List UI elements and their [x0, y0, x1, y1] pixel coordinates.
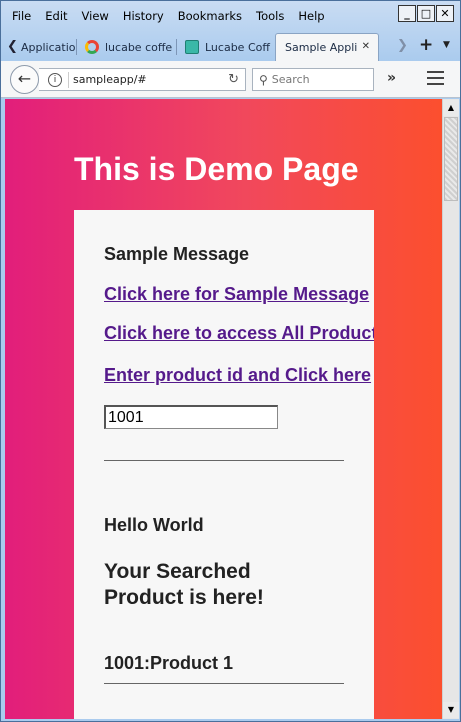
menu-view[interactable]: View — [75, 9, 116, 23]
url-bar[interactable]: i sampleapp/# ↻ — [39, 68, 246, 91]
menu-tools[interactable]: Tools — [249, 9, 291, 23]
tab-scroll-left-button[interactable]: ❮ — [7, 39, 18, 54]
search-bar[interactable]: ⚲ Search — [252, 68, 374, 91]
searched-product-heading: Your Searched Product is here! — [104, 560, 264, 609]
divider — [104, 683, 344, 684]
menu-help[interactable]: Help — [291, 9, 331, 23]
close-window-button[interactable]: ✕ — [436, 5, 454, 22]
tab-strip: ❮ Applicatio lucabe coffe Lucabe Coff Sa… — [1, 31, 460, 61]
window-controls: _ □ ✕ — [398, 5, 454, 22]
all-products-link[interactable]: Click here to access All Products — [104, 323, 374, 344]
tab-scroll-right-button[interactable]: ❯ — [397, 38, 408, 53]
divider — [104, 460, 344, 461]
browser-window: File Edit View History Bookmarks Tools H… — [0, 0, 461, 722]
teal-page-icon — [185, 40, 199, 54]
tab-sample-application[interactable]: Sample Applic ✕ — [275, 33, 379, 61]
minimize-button[interactable]: _ — [398, 5, 416, 22]
product-id-input[interactable] — [104, 405, 278, 429]
tab-label: lucabe coffe — [105, 40, 173, 54]
product-result-text: 1001:Product 1 — [104, 653, 234, 673]
restore-button[interactable]: □ — [417, 5, 435, 22]
search-product-link[interactable]: Enter product id and Click here — [104, 365, 371, 386]
sample-message-link[interactable]: Click here for Sample Message — [104, 284, 369, 305]
google-icon — [85, 40, 99, 54]
menu-edit[interactable]: Edit — [38, 9, 74, 23]
tab-list-dropdown-icon[interactable]: ▼ — [443, 40, 450, 50]
navigation-bar: ← i sampleapp/# ↻ ⚲ Search » — [1, 61, 460, 98]
search-placeholder: Search — [271, 73, 310, 86]
scrollbar-thumb[interactable] — [444, 117, 458, 201]
vertical-scrollbar[interactable]: ▲ ▼ — [442, 99, 459, 719]
page-title: This is Demo Page — [74, 151, 359, 187]
tab-close-icon[interactable]: ✕ — [362, 41, 370, 52]
url-text[interactable]: sampleapp/# — [73, 73, 147, 86]
menu-bar: File Edit View History Bookmarks Tools H… — [5, 5, 405, 27]
menu-history[interactable]: History — [116, 9, 171, 23]
tab-label: Applicatio — [21, 40, 76, 54]
tab-label: Sample Applic — [285, 41, 357, 54]
search-icon: ⚲ — [259, 72, 268, 87]
content-card: Sample Message Click here for Sample Mes… — [74, 210, 374, 719]
tab-lucabe-coffee[interactable]: Lucabe Coff — [185, 33, 273, 61]
scroll-down-icon[interactable]: ▼ — [443, 702, 459, 718]
tab-label: Lucabe Coff — [205, 40, 270, 54]
page-viewport: This is Demo Page Sample Message Click h… — [5, 99, 442, 719]
sample-message-heading: Sample Message — [104, 244, 250, 264]
hello-world-text: Hello World — [104, 515, 204, 535]
new-tab-button[interactable]: + — [419, 35, 433, 55]
toolbar-overflow-button[interactable]: » — [387, 70, 396, 86]
hamburger-menu-icon[interactable] — [427, 71, 444, 89]
reload-icon[interactable]: ↻ — [228, 72, 239, 87]
scroll-up-icon[interactable]: ▲ — [443, 100, 459, 116]
menu-file[interactable]: File — [5, 9, 38, 23]
back-button[interactable]: ← — [10, 65, 39, 94]
site-info-icon[interactable]: i — [48, 72, 62, 87]
tab-application[interactable]: Applicatio — [21, 33, 77, 61]
tab-lucabe-coffee-search[interactable]: lucabe coffe — [85, 33, 177, 61]
menu-bookmarks[interactable]: Bookmarks — [171, 9, 249, 23]
